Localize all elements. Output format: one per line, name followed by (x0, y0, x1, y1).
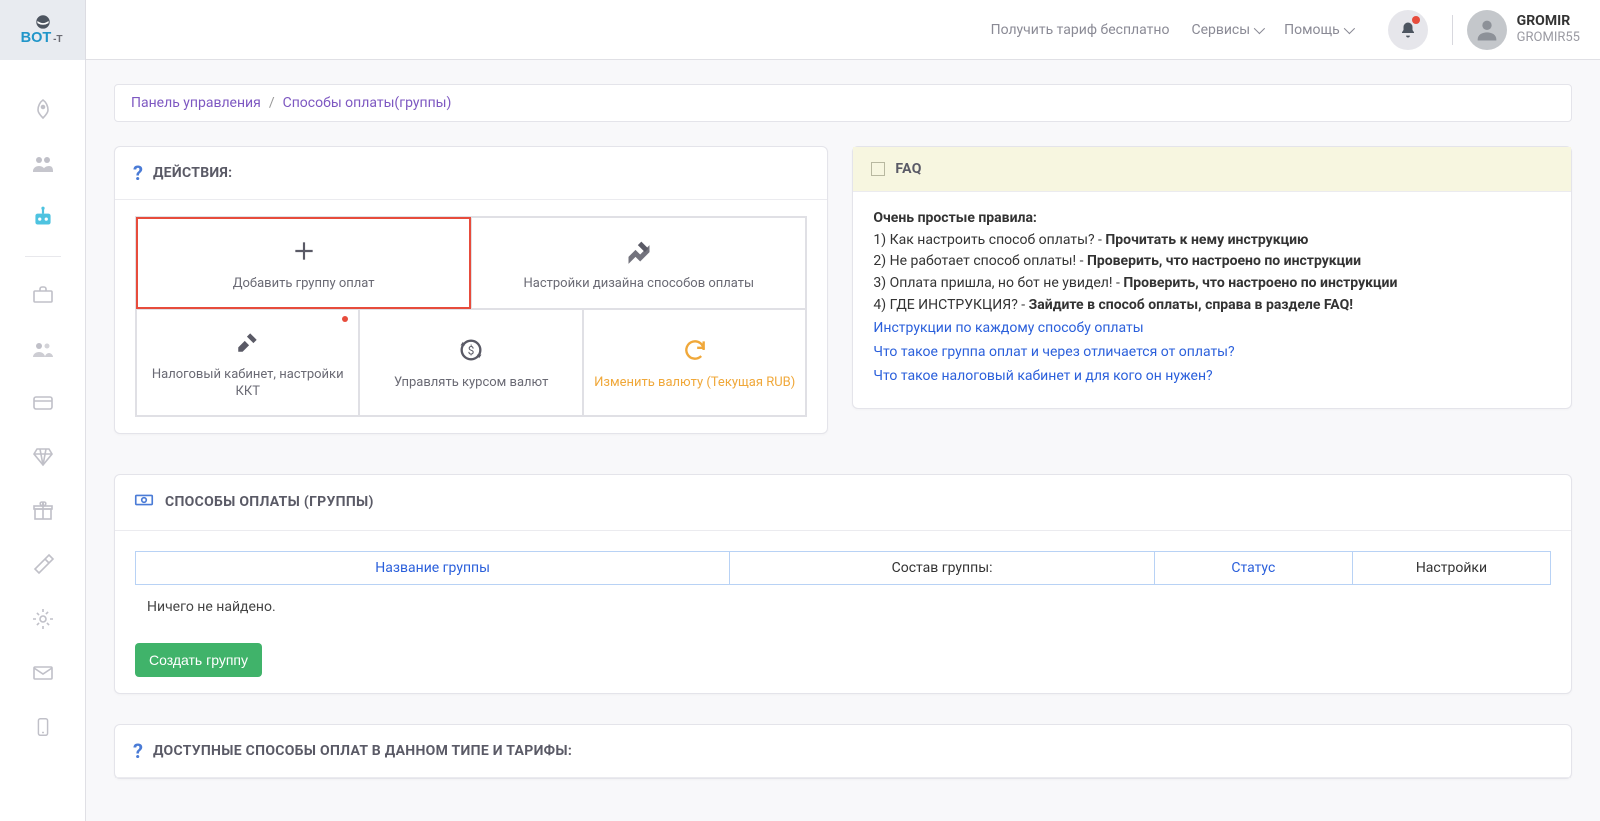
col-status-sort[interactable]: Статус (1231, 560, 1275, 576)
sidebar-item-people[interactable] (23, 329, 63, 369)
available-methods-card: ? ДОСТУПНЫЕ СПОСОБЫ ОПЛАТ В ДАННОМ ТИПЕ … (114, 724, 1572, 779)
free-tariff-link[interactable]: Получить тариф бесплатно (991, 22, 1170, 38)
breadcrumb-current: Способы оплаты(группы) (283, 95, 452, 111)
help-label: Помощь (1284, 22, 1340, 38)
notification-dot-icon (342, 316, 348, 322)
sidebar-item-briefcase[interactable] (23, 275, 63, 315)
refresh-icon (682, 336, 708, 364)
user-icon (1473, 16, 1501, 44)
edit-icon (235, 328, 261, 356)
money-icon (133, 489, 155, 516)
avatar (1467, 10, 1507, 50)
sidebar-item-mail[interactable] (23, 653, 63, 693)
plus-icon (291, 237, 317, 265)
services-link[interactable]: Сервисы (1191, 22, 1262, 38)
credit-card-icon (31, 391, 55, 415)
mobile-icon (32, 716, 54, 738)
tax-kkt-button[interactable]: Налоговый кабинет, настройки ККТ (136, 309, 359, 416)
faq-rules-heading: Очень простые правила: (873, 210, 1036, 226)
payment-groups-card: СПОСОБЫ ОПЛАТЫ (ГРУППЫ) Название группы … (114, 474, 1572, 694)
faq-link-groups[interactable]: Что такое группа оплат и через отличаетс… (873, 342, 1551, 364)
checkbox-icon (871, 162, 885, 176)
faq-link-instructions[interactable]: Инструкции по каждому способу оплаты (873, 318, 1551, 340)
people-icon (31, 337, 55, 361)
svg-text:$: $ (468, 344, 475, 358)
gift-icon (31, 499, 55, 523)
notifications-button[interactable] (1388, 10, 1428, 50)
briefcase-icon (31, 283, 55, 307)
sidebar-item-card[interactable] (23, 383, 63, 423)
change-currency-button[interactable]: Изменить валюту (Текущая RUB) (583, 309, 806, 416)
col-settings: Настройки (1352, 551, 1550, 584)
svg-text:-T: -T (53, 34, 63, 45)
mail-icon (31, 661, 55, 685)
sidebar-item-rocket[interactable] (23, 90, 63, 130)
exchange-icon: $ (457, 336, 485, 364)
payment-groups-title: СПОСОБЫ ОПЛАТЫ (ГРУППЫ) (165, 494, 374, 510)
breadcrumb-dashboard[interactable]: Панель управления (131, 95, 261, 111)
design-settings-button[interactable]: Настройки дизайна способов оплаты (471, 217, 806, 309)
main: Панель управления / Способы оплаты(групп… (86, 60, 1600, 803)
breadcrumb: Панель управления / Способы оплаты(групп… (114, 84, 1572, 122)
design-icon (625, 237, 653, 265)
sidebar-item-tools[interactable] (23, 545, 63, 585)
actions-card: ? ДЕЙСТВИЯ: Добавить группу оплат (114, 146, 828, 434)
help-link[interactable]: Помощь (1284, 22, 1352, 38)
bot-logo-icon: BOT -T (15, 13, 71, 47)
create-group-button[interactable]: Создать группу (135, 643, 262, 677)
diamond-icon (31, 445, 55, 469)
svg-text:BOT: BOT (20, 30, 51, 46)
faq-card: FAQ Очень простые правила: 1) Как настро… (852, 146, 1572, 409)
rocket-icon (31, 98, 55, 122)
faq-link-tax[interactable]: Что такое налоговый кабинет и для кого о… (873, 366, 1551, 388)
sidebar-item-users[interactable] (23, 144, 63, 184)
robot-icon (30, 205, 56, 231)
gear-icon (31, 607, 55, 631)
col-name-sort[interactable]: Название группы (375, 560, 490, 576)
user-menu[interactable]: GROMIR GROMIR55 (1467, 10, 1580, 50)
sidebar-item-gift[interactable] (23, 491, 63, 531)
user-subname: GROMIR55 (1517, 30, 1580, 46)
notification-dot-icon (1412, 16, 1420, 24)
question-icon: ? (133, 739, 143, 763)
tools-icon (31, 553, 55, 577)
chevron-down-icon (1254, 22, 1265, 33)
payment-groups-table: Название группы Состав группы: Статус На… (135, 551, 1551, 585)
sidebar-item-bot[interactable] (23, 198, 63, 238)
currency-rate-button[interactable]: $ Управлять курсом валют (359, 309, 582, 416)
sidebar-item-mobile[interactable] (23, 707, 63, 747)
action-grid: Добавить группу оплат Настройки дизайна … (135, 216, 807, 417)
actions-title: ДЕЙСТВИЯ: (153, 165, 232, 181)
services-label: Сервисы (1191, 22, 1250, 38)
question-icon: ? (133, 161, 143, 185)
table-empty-message: Ничего не найдено. (135, 585, 1551, 629)
sidebar-item-diamond[interactable] (23, 437, 63, 477)
header: BOT -T Получить тариф бесплатно Сервисы … (0, 0, 1600, 60)
col-composition: Состав группы: (730, 551, 1155, 584)
users-icon (31, 152, 55, 176)
sidebar-item-gear[interactable] (23, 599, 63, 639)
add-payment-group-button[interactable]: Добавить группу оплат (136, 217, 471, 309)
chevron-down-icon (1343, 22, 1354, 33)
user-name: GROMIR (1517, 13, 1580, 30)
logo[interactable]: BOT -T (0, 0, 86, 60)
available-methods-title: ДОСТУПНЫЕ СПОСОБЫ ОПЛАТ В ДАННОМ ТИПЕ И … (153, 743, 572, 759)
faq-title: FAQ (895, 161, 921, 177)
sidebar (0, 60, 86, 821)
